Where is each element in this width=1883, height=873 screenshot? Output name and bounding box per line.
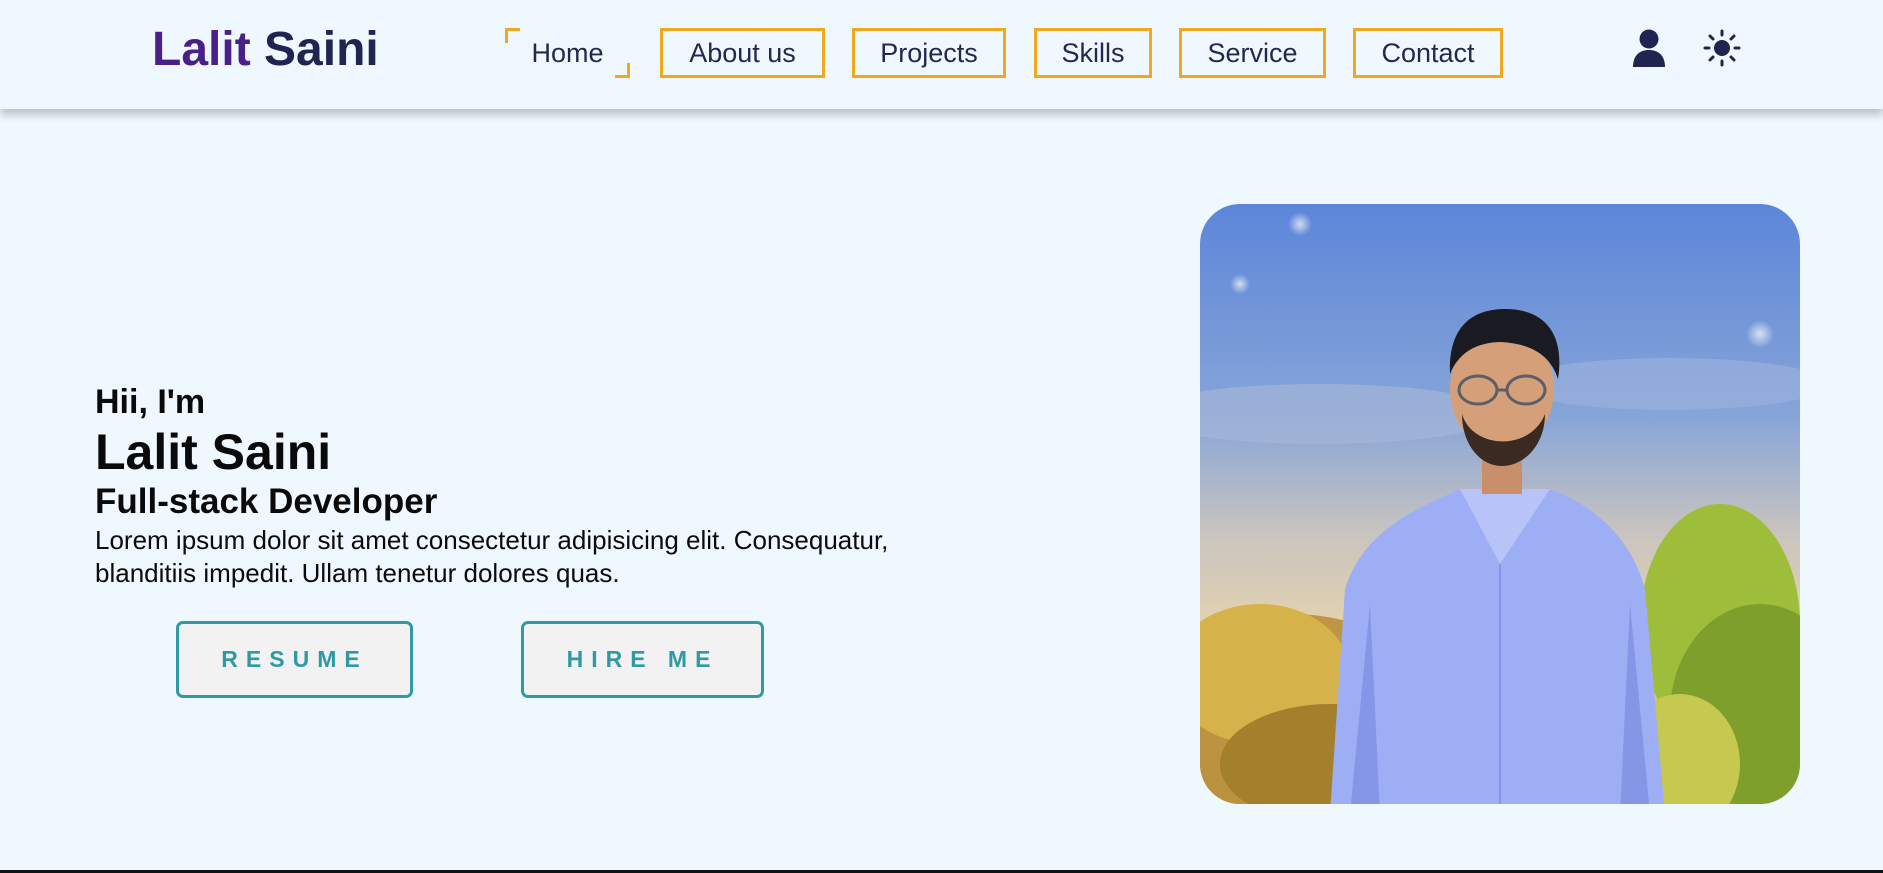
nav-contact[interactable]: Contact	[1353, 28, 1503, 78]
hero-intro: Hii, I'm Lalit Saini Full-stack Develope…	[95, 382, 1015, 590]
profile-photo	[1200, 204, 1800, 804]
hero-role: Full-stack Developer	[95, 482, 438, 521]
hero-name: Lalit Saini	[95, 424, 332, 480]
resume-button[interactable]: RESUME	[176, 621, 413, 698]
logo[interactable]: Lalit Saini	[152, 22, 379, 78]
nav-home[interactable]: Home	[505, 28, 630, 78]
hero-greeting: Hii, I'm	[95, 383, 206, 421]
nav-about-us[interactable]: About us	[660, 28, 825, 78]
nav-skills[interactable]: Skills	[1034, 28, 1152, 78]
nav-projects[interactable]: Projects	[852, 28, 1006, 78]
logo-first-name: Lalit	[152, 23, 251, 76]
user-icon[interactable]	[1629, 26, 1669, 70]
hero-description: Lorem ipsum dolor sit amet consectetur a…	[95, 525, 889, 588]
hire-me-button[interactable]: HIRE ME	[521, 621, 764, 698]
nav-service[interactable]: Service	[1179, 28, 1326, 78]
logo-last-name: Saini	[264, 23, 379, 76]
navbar: Lalit Saini Home About us Projects Skill…	[0, 0, 1883, 109]
sun-icon[interactable]	[1702, 26, 1742, 70]
